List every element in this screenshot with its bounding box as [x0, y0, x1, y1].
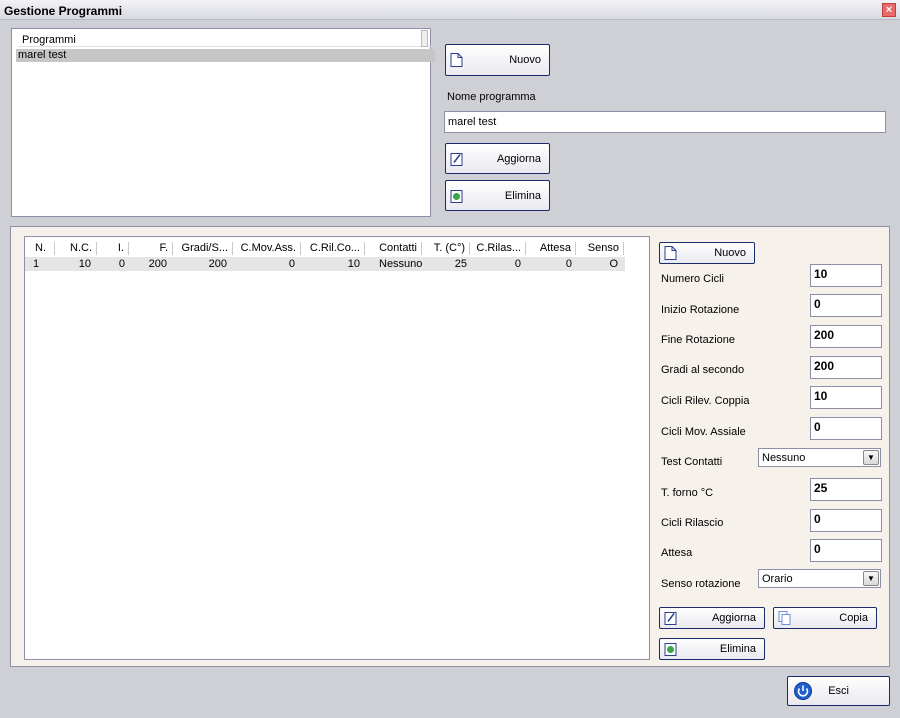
oven-temperature-field[interactable]: 25 — [810, 478, 882, 501]
field-label: Inizio Rotazione — [661, 304, 740, 316]
column-header[interactable]: I. — [97, 242, 129, 255]
column-header[interactable]: N.C. — [55, 242, 97, 255]
table-cell: 25 — [454, 258, 467, 270]
delete-program-label: Elimina — [504, 189, 541, 202]
recycle-icon — [664, 643, 677, 656]
copy-step-label: Copia — [839, 612, 868, 624]
list-scroll-stub[interactable] — [421, 30, 428, 47]
document-icon — [450, 53, 463, 67]
table-cell: 200 — [208, 258, 227, 270]
close-icon: × — [885, 4, 893, 16]
program-name-field[interactable]: marel test — [444, 111, 886, 133]
field-label: Attesa — [661, 547, 693, 559]
field-label: Test Contatti — [661, 456, 723, 468]
rotation-direction-select[interactable]: Orario ▼ — [758, 569, 881, 588]
field-label: Cicli Mov. Assiale — [661, 426, 746, 438]
rotation-start-field[interactable]: 0 — [810, 294, 882, 317]
column-header[interactable]: Gradi/S... — [173, 242, 233, 255]
steps-table[interactable]: N. N.C. I. F. Gradi/S... C.Mov.Ass. C.Ri… — [24, 236, 650, 660]
update-program-label: Aggiorna — [496, 152, 541, 165]
update-step-button[interactable]: Aggiorna — [659, 607, 765, 629]
document-icon — [664, 246, 677, 260]
delete-step-button[interactable]: Elimina — [659, 638, 765, 660]
exit-label: Esci — [828, 685, 849, 697]
new-program-label: Nuovo — [509, 54, 541, 66]
table-cell: 0 — [118, 258, 125, 270]
new-step-label: Nuovo — [714, 247, 746, 259]
copy-icon — [778, 611, 791, 625]
window-title: Gestione Programmi — [4, 4, 123, 18]
column-header[interactable]: C.Ril.Co... — [301, 242, 365, 255]
programs-column-header[interactable]: Programmi — [22, 34, 76, 46]
field-label: Senso rotazione — [661, 578, 741, 590]
power-icon — [794, 682, 812, 700]
table-cell: 0 — [565, 258, 572, 270]
column-header[interactable]: T. (C°) — [422, 242, 470, 255]
column-header[interactable]: N. — [29, 242, 55, 255]
contacts-test-select[interactable]: Nessuno ▼ — [758, 448, 881, 467]
close-button[interactable]: × — [882, 3, 896, 17]
delete-program-button[interactable]: Elimina — [445, 180, 550, 211]
update-step-label: Aggiorna — [711, 612, 756, 624]
table-cell: 10 — [78, 258, 91, 270]
field-label: Fine Rotazione — [661, 334, 735, 346]
rotation-end-field[interactable]: 200 — [810, 325, 882, 348]
new-step-button[interactable]: Nuovo — [659, 242, 755, 264]
delete-step-label: Elimina — [719, 643, 756, 655]
list-item[interactable]: marel test — [16, 49, 435, 62]
chevron-down-icon[interactable]: ▼ — [863, 450, 879, 465]
field-label: Cicli Rilev. Coppia — [661, 395, 750, 407]
column-header[interactable]: Senso — [576, 242, 624, 255]
chevron-down-icon[interactable]: ▼ — [863, 571, 879, 586]
column-header[interactable]: C.Mov.Ass. — [233, 242, 301, 255]
programs-list-header: Programmi — [18, 33, 432, 47]
table-cell: O — [609, 258, 618, 270]
edit-icon — [664, 612, 677, 625]
programs-list[interactable]: Programmi marel test — [11, 28, 435, 217]
edit-icon — [450, 152, 463, 166]
title-bar: Gestione Programmi × — [0, 0, 900, 20]
table-cell: Nessuno — [379, 258, 423, 270]
table-cell: 200 — [148, 258, 167, 270]
update-program-button[interactable]: Aggiorna — [445, 143, 550, 174]
program-name-label: Nome programma — [447, 91, 536, 103]
field-label: Cicli Rilascio — [661, 517, 724, 529]
torque-cycles-field[interactable]: 10 — [810, 386, 882, 409]
program-name-item: marel test — [18, 49, 67, 61]
new-program-button[interactable]: Nuovo — [445, 44, 550, 76]
exit-button[interactable]: Esci — [787, 676, 890, 706]
column-header[interactable]: Attesa — [526, 242, 576, 255]
column-header[interactable]: C.Rilas... — [470, 242, 526, 255]
release-cycles-field[interactable]: 0 — [810, 509, 882, 532]
table-cell: 0 — [514, 258, 521, 270]
program-name-value: marel test — [448, 116, 497, 128]
axial-cycles-field[interactable]: 0 — [810, 417, 882, 440]
table-cell: 0 — [288, 258, 295, 270]
degrees-per-second-field[interactable]: 200 — [810, 356, 882, 379]
wait-field[interactable]: 0 — [810, 539, 882, 562]
field-label: Gradi al secondo — [661, 364, 745, 376]
table-row[interactable]: 1 10 0 200 200 0 10 Nessuno 25 0 0 O — [25, 257, 625, 271]
column-header[interactable]: Contatti — [365, 242, 422, 255]
copy-step-button[interactable]: Copia — [773, 607, 877, 629]
recycle-icon — [450, 189, 463, 203]
table-cell: 10 — [347, 258, 360, 270]
field-label: T. forno °C — [661, 487, 714, 499]
table-cell: 1 — [33, 258, 40, 270]
cycles-field[interactable]: 10 — [810, 264, 882, 287]
column-header[interactable]: F. — [129, 242, 173, 255]
field-label: Numero Cicli — [661, 273, 724, 285]
